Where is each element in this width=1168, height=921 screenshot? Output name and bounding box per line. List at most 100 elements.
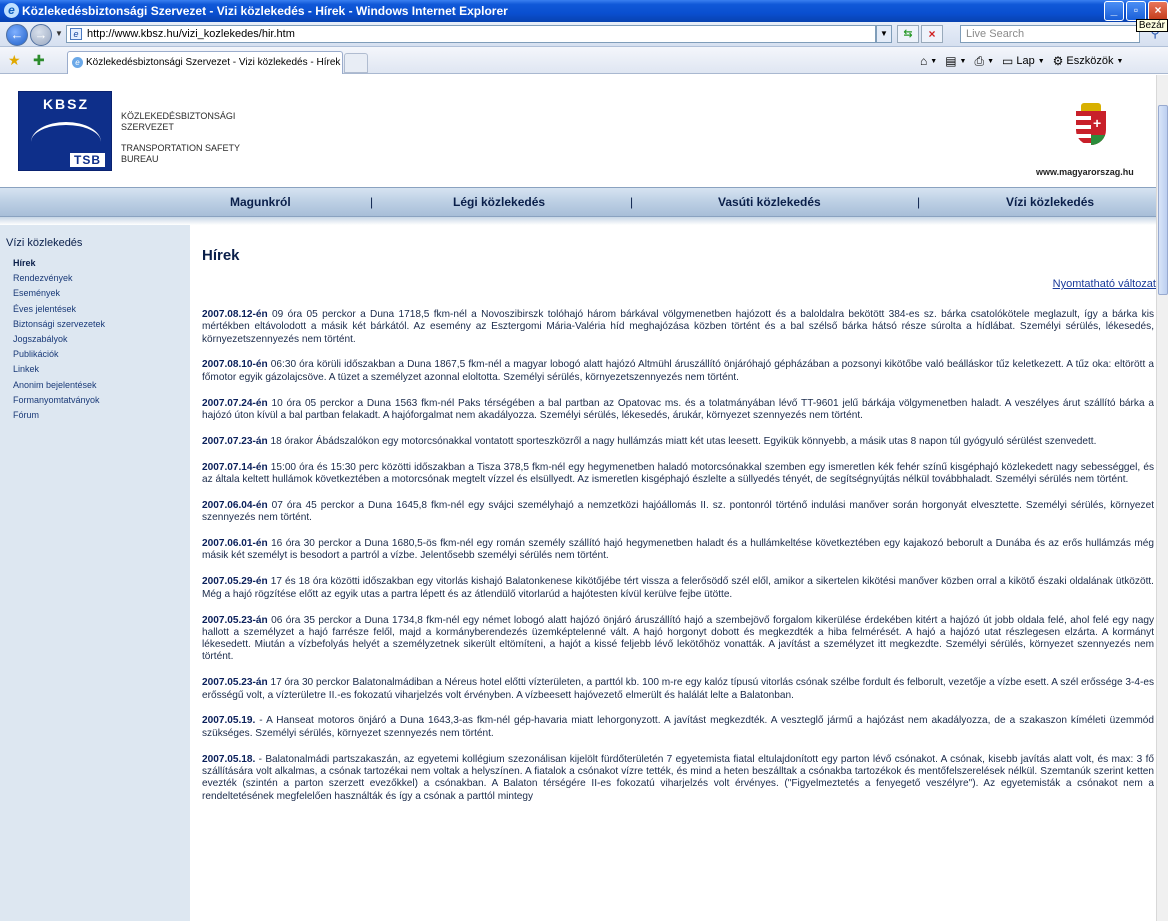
main-content: Hírek Nyomtatható változat 2007.08.12-én… (202, 225, 1156, 921)
close-tooltip: Bezár (1135, 19, 1168, 32)
news-date: 2007.05.18. (202, 753, 256, 765)
printable-version-link[interactable]: Nyomtatható változat (1053, 278, 1156, 290)
news-date: 2007.07.23-án (202, 435, 268, 447)
favorites-star-icon[interactable]: ★ (8, 52, 21, 69)
stop-button[interactable]: × (921, 25, 943, 43)
sidebar-item-legislation[interactable]: Jogszabályok (13, 332, 105, 347)
tools-menu-button[interactable]: ⚙ Eszközök ▼ (1053, 54, 1124, 68)
page-menu-label: Lap (1016, 55, 1035, 67)
vertical-scrollbar[interactable] (1156, 75, 1168, 921)
news-text: 06 óra 35 perckor a Duna 1734,8 fkm-nél … (202, 614, 1154, 663)
close-button[interactable]: × (1148, 1, 1168, 21)
org-en-line-1: TRANSPORTATION SAFETY (121, 143, 241, 153)
maximize-button[interactable]: ▫ (1126, 1, 1146, 21)
sidebar-item-incidents[interactable]: Események (13, 286, 105, 301)
home-icon: ⌂ (920, 54, 928, 68)
gov-site-link[interactable]: www.magyarorszag.hu (1036, 167, 1134, 177)
address-toolbar: ← → ▼ e http://www.kbsz.hu/vizi_kozleked… (0, 22, 1168, 47)
news-date: 2007.08.12-én (202, 309, 268, 320)
sidebar-item-annual-reports[interactable]: Éves jelentések (13, 302, 105, 317)
logo-bottom-text: TSB (70, 153, 105, 167)
printer-icon: ⎙ (974, 53, 985, 68)
ie-logo-icon: e (4, 3, 19, 18)
sidebar-item-publications[interactable]: Publikációk (13, 347, 105, 362)
news-date: 2007.05.29-én (202, 576, 268, 588)
news-date: 2007.05.23-án (202, 614, 268, 626)
news-text: 17 és 18 óra közötti időszakban egy vito… (202, 576, 1154, 600)
address-bar[interactable]: e http://www.kbsz.hu/vizi_kozlekedes/hir… (66, 25, 876, 43)
forward-button[interactable]: → (30, 24, 52, 46)
sidebar-menu: Hírek Rendezvények Események Éves jelent… (13, 256, 105, 423)
search-input[interactable]: Live Search (960, 25, 1140, 43)
scrollbar-thumb[interactable] (1158, 105, 1168, 295)
sidebar-item-forum[interactable]: Fórum (13, 408, 105, 423)
browser-tab[interactable]: e Közlekedésbiztonsági Szervezet - Vizi … (67, 51, 343, 74)
org-en-line-2: BUREAU (121, 154, 159, 164)
nav-shadow (0, 217, 1156, 225)
main-nav: Magunkról | Légi közlekedés | Vasúti köz… (0, 187, 1156, 217)
news-text: 09 óra 05 perckor a Duna 1718,5 fkm-nél … (202, 309, 1154, 345)
org-hu-line-1: KÖZLEKEDÉSBIZTONSÁGI (121, 111, 236, 121)
address-dropdown-button[interactable]: ▼ (876, 25, 892, 43)
site-header: KBSZ TSB KÖZLEKEDÉSBIZTONSÁGI SZERVEZET … (0, 75, 1156, 187)
logo-top-text: KBSZ (42, 96, 90, 112)
news-text: 18 órakor Ábádszalókon egy motorcsónakka… (267, 435, 1097, 447)
sidebar-item-news[interactable]: Hírek (13, 256, 105, 271)
coat-of-arms-icon[interactable] (1076, 103, 1106, 147)
news-item: 2007.05.29-én 17 és 18 óra közötti idősz… (202, 576, 1154, 601)
print-button[interactable]: ⎙ ▼ (974, 54, 994, 69)
news-date: 2007.08.10-én (202, 359, 268, 371)
tab-toolbar: ★ ✚ e Közlekedésbiztonsági Szervezet - V… (0, 47, 1168, 74)
minimize-button[interactable]: _ (1104, 1, 1124, 21)
nav-item-about[interactable]: Magunkról (230, 188, 291, 218)
news-item: 2007.07.24-én 10 óra 05 perckor a Duna 1… (202, 398, 1154, 423)
window-title: Közlekedésbiztonsági Szervezet - Vizi kö… (22, 4, 508, 18)
page-menu-button[interactable]: ▭ Lap ▼ (1002, 54, 1045, 68)
nav-item-rail[interactable]: Vasúti közlekedés (718, 188, 821, 218)
search-placeholder: Live Search (966, 28, 1025, 40)
nav-separator: | (370, 195, 374, 209)
page-menu-icon: ▭ (1002, 54, 1014, 68)
news-text: 06:30 óra körüli időszakban a Duna 1867,… (202, 359, 1154, 383)
news-text: 10 óra 05 perckor a Duna 1563 fkm-nél Pa… (202, 397, 1154, 421)
command-bar: ⌂ ▼ ▤ ▼ ⎙ ▼ ▭ Lap ▼ ⚙ Eszközök ▼ (920, 51, 1123, 71)
news-item: 2007.05.18. - Balatonalmádi partszakaszá… (202, 754, 1154, 803)
sidebar-item-links[interactable]: Linkek (13, 362, 105, 377)
news-date: 2007.06.04-én (202, 499, 268, 511)
news-date: 2007.07.24-én (202, 397, 268, 409)
page-icon: e (70, 28, 82, 40)
nav-separator: | (917, 195, 921, 209)
add-favorites-icon[interactable]: ✚ (33, 52, 45, 69)
news-text: 16 óra 30 perckor a Duna 1680,5-ös fkm-n… (202, 538, 1154, 562)
news-item: 2007.06.04-én 07 óra 45 perckor a Duna 1… (202, 500, 1154, 525)
news-item: 2007.08.10-én 06:30 óra körüli időszakba… (202, 359, 1154, 384)
news-item: 2007.07.23-án 18 órakor Ábádszalókon egy… (202, 436, 1154, 448)
feeds-button[interactable]: ▤ ▼ (945, 54, 966, 68)
nav-separator: | (630, 195, 634, 209)
window-titlebar: e Közlekedésbiztonsági Szervezet - Vizi … (0, 0, 1168, 22)
sidebar: Vízi közlekedés Hírek Rendezvények Esemé… (0, 225, 190, 921)
back-button[interactable]: ← (6, 24, 28, 46)
home-button[interactable]: ⌂ ▼ (920, 54, 937, 68)
kbsz-logo[interactable]: KBSZ TSB (18, 91, 112, 171)
page-content: KBSZ TSB KÖZLEKEDÉSBIZTONSÁGI SZERVEZET … (0, 75, 1156, 921)
new-tab-button[interactable] (344, 53, 368, 73)
gear-icon: ⚙ (1052, 54, 1064, 68)
news-item: 2007.05.19. - A Hanseat motoros önjáró a… (202, 715, 1154, 740)
nav-item-water[interactable]: Vízi közlekedés (1006, 188, 1094, 218)
page-title: Hírek (202, 247, 240, 264)
refresh-button[interactable]: ⇆ (897, 25, 919, 43)
news-date: 2007.06.01-én (202, 538, 268, 550)
history-dropdown-icon[interactable]: ▼ (55, 29, 63, 38)
tab-title: Közlekedésbiztonsági Szervezet - Vizi kö… (86, 57, 341, 68)
news-item: 2007.05.23-án 06 óra 35 perckor a Duna 1… (202, 615, 1154, 664)
news-item: 2007.06.01-én 16 óra 30 perckor a Duna 1… (202, 538, 1154, 563)
news-item: 2007.08.12-én 09 óra 05 perckor a Duna 1… (202, 309, 1154, 346)
news-text: - A Hanseat motoros önjáró a Duna 1643,3… (202, 715, 1154, 739)
sidebar-item-anonymous-reports[interactable]: Anonim bejelentések (13, 378, 105, 393)
sidebar-item-forms[interactable]: Formanyomtatványok (13, 393, 105, 408)
news-date: 2007.05.19. (202, 715, 256, 727)
sidebar-item-safety-orgs[interactable]: Biztonsági szervezetek (13, 317, 105, 332)
sidebar-item-events-program[interactable]: Rendezvények (13, 271, 105, 286)
nav-item-air[interactable]: Légi közlekedés (453, 188, 545, 218)
